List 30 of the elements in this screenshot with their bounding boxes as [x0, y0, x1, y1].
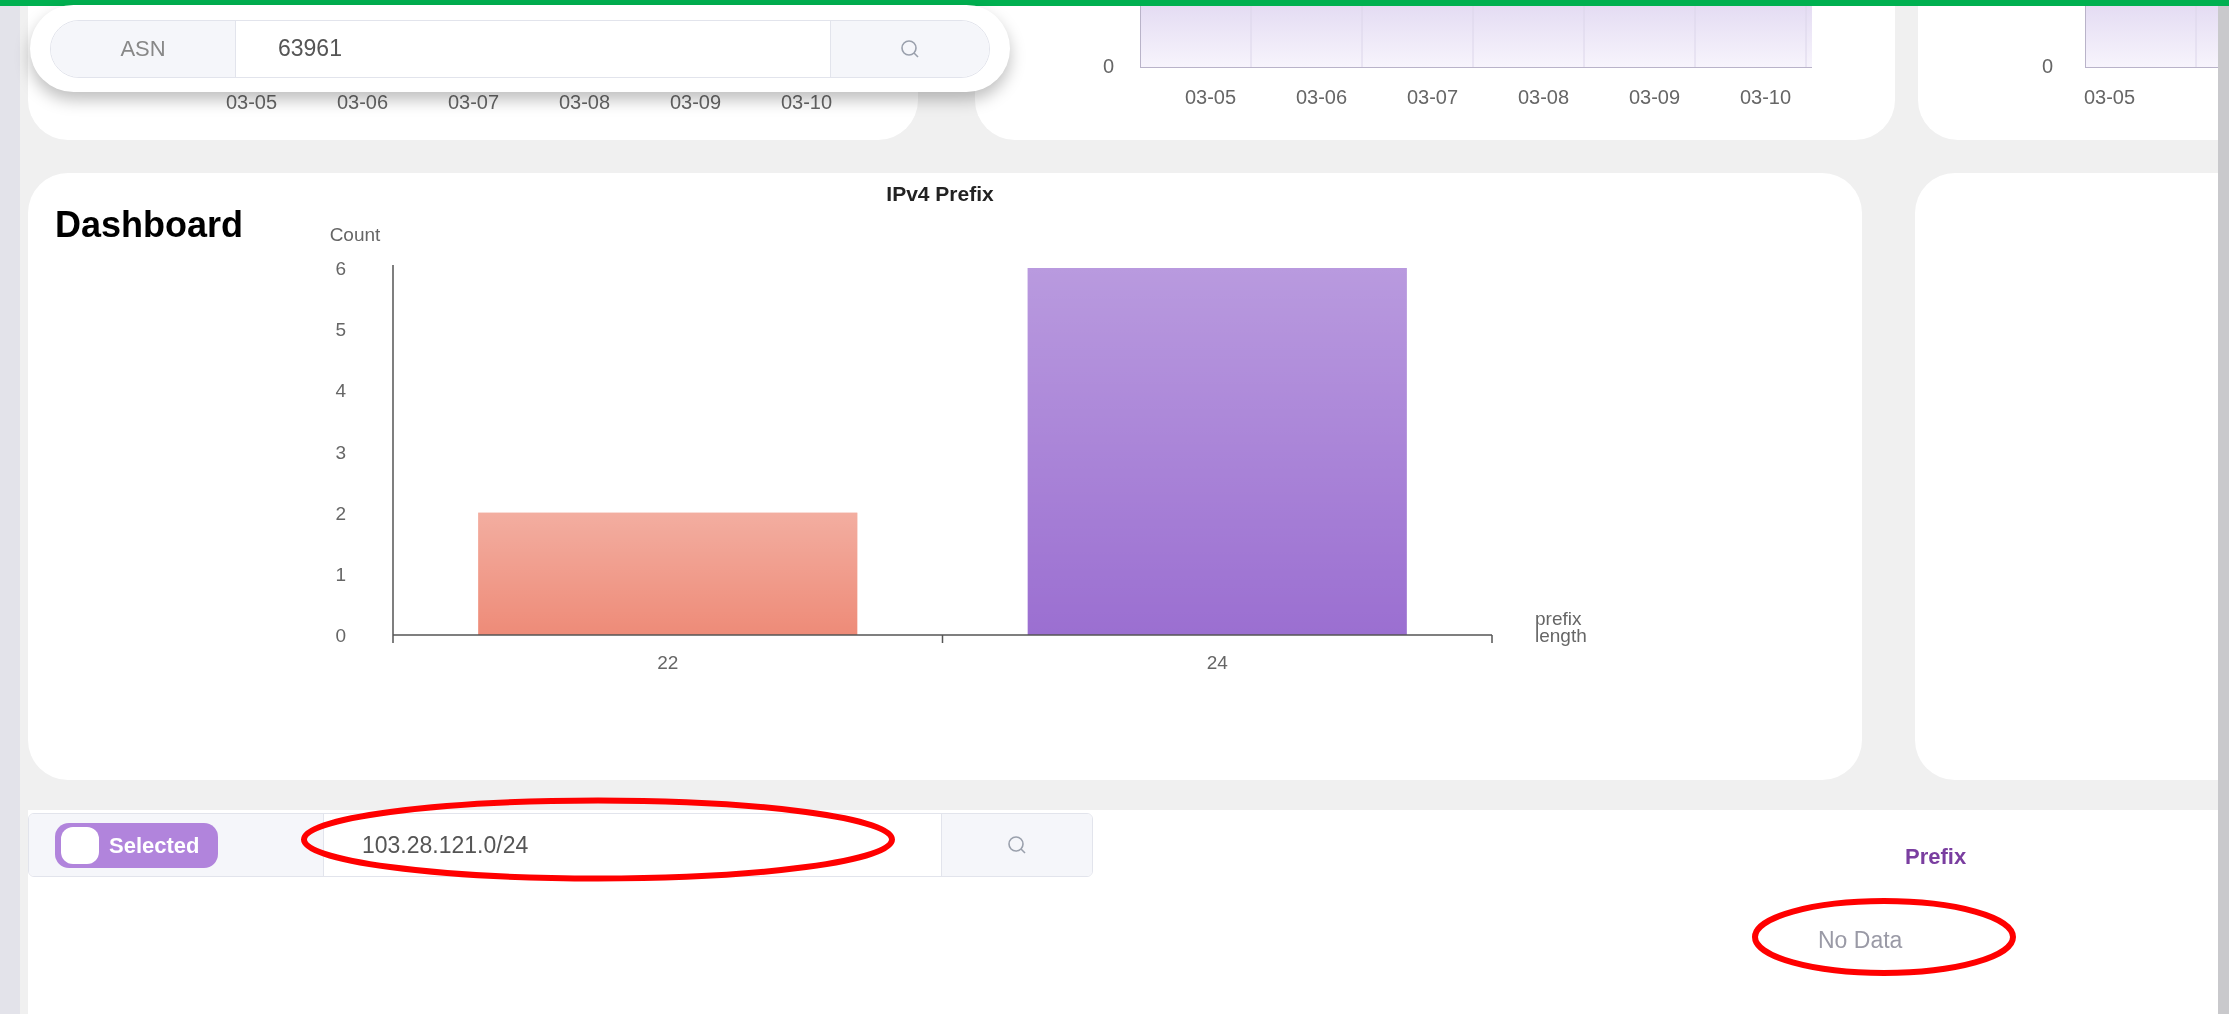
axis-label: 03-07	[446, 90, 501, 115]
axis-label: 6	[335, 258, 346, 279]
axis-label: 03-08	[1516, 85, 1571, 110]
axis-label: 22	[657, 652, 679, 673]
axis-label: 3	[335, 441, 346, 463]
axis-title: prefix length	[1535, 608, 1587, 646]
axis-label: 03-06	[1294, 85, 1349, 110]
axis-label: 03-06	[335, 90, 390, 115]
axis-label: 03-05	[1183, 85, 1238, 110]
axis-label: 1	[335, 563, 346, 585]
axis-label: 5	[335, 319, 346, 341]
axis-label: 2	[335, 502, 346, 524]
axis-label: 03-08	[557, 90, 612, 115]
annotation-label: Dashboard	[55, 203, 244, 247]
axis-label: 03-10	[779, 90, 834, 115]
axis-label: 03-05	[2082, 85, 2137, 110]
column-header: Prefix	[1905, 843, 1967, 871]
axis-label: 03-10	[1738, 85, 1793, 110]
empty-message: No Data	[1818, 926, 1903, 955]
chart-title: IPv4 Prefix	[886, 182, 994, 205]
axis-title: Count	[329, 224, 381, 245]
axis-label: 24	[1206, 652, 1228, 673]
axis-label: 03-09	[668, 90, 723, 115]
axis-label: 0	[2042, 56, 2055, 76]
axis-label: 03-05	[224, 90, 279, 115]
axis-label: 03-07	[1405, 85, 1460, 110]
axis-label: 0	[1103, 56, 1116, 76]
axis-label: 0	[335, 625, 346, 646]
axis-label: 4	[335, 380, 346, 402]
axis-label: 03-09	[1627, 85, 1682, 110]
